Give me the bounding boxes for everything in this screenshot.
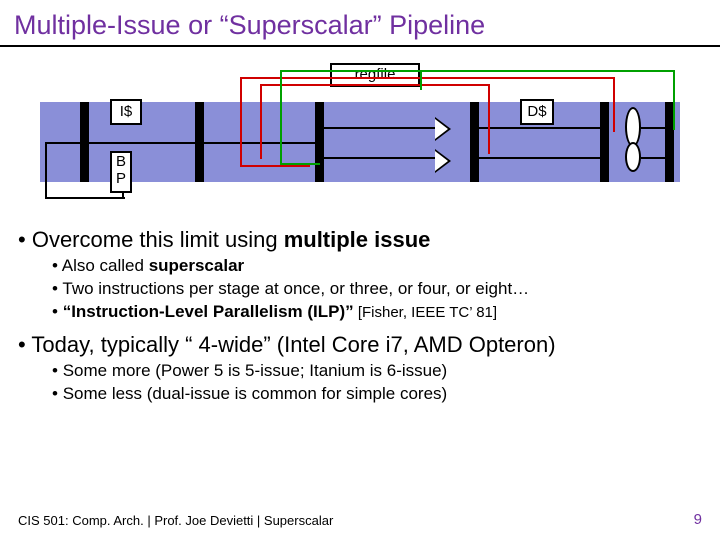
mux-icon (625, 107, 641, 147)
bullet-level2: “Instruction-Level Parallelism (ILP)” [F… (52, 302, 702, 322)
wire (641, 157, 665, 159)
wire (89, 142, 195, 144)
dcache-box: D$ (520, 99, 554, 125)
wire-writeback (280, 70, 675, 72)
wire (641, 127, 665, 129)
bullet-level1: Overcome this limit using multiple issue… (18, 227, 702, 322)
wire-bypass (260, 84, 490, 86)
wire (324, 127, 435, 129)
bp-label-b: B (116, 153, 126, 170)
pipe-latch (470, 102, 479, 182)
bp-label-p: P (116, 170, 126, 187)
wire (324, 157, 435, 159)
wire-bypass (613, 77, 615, 132)
text-bold: superscalar (149, 256, 244, 275)
wire-bypass (260, 84, 262, 159)
wire-writeback (420, 70, 422, 90)
text-bold: “Instruction-Level Parallelism (ILP)” (63, 302, 354, 321)
text: Also called (62, 256, 149, 275)
wire-bypass (240, 165, 310, 167)
wire-writeback (280, 163, 320, 165)
pipe-latch (195, 102, 204, 182)
alu-icon (435, 149, 451, 173)
mux-icon (625, 142, 641, 172)
wire-writeback (673, 70, 675, 130)
wire (479, 157, 600, 159)
slide-body: Overcome this limit using multiple issue… (0, 227, 720, 404)
pipe-latch (600, 102, 609, 182)
wire (45, 142, 80, 144)
bullet-level2: Two instructions per stage at once, or t… (52, 279, 702, 299)
text: Today, typically “ 4-wide” (Intel Core i… (31, 332, 555, 357)
bullet-level2: Some less (dual-issue is common for simp… (52, 384, 702, 404)
alu-icon (435, 117, 451, 141)
wire (479, 127, 600, 129)
wire (122, 193, 124, 199)
slide-title: Multiple-Issue or “Superscalar” Pipeline (0, 0, 720, 47)
pipe-latch (80, 102, 89, 182)
page-number: 9 (694, 511, 702, 528)
text: Overcome this limit using (32, 227, 284, 252)
icache-box: I$ (110, 99, 142, 125)
wire-bypass (240, 77, 242, 167)
branch-predictor-box: B P (110, 151, 132, 193)
bullet-level1: Today, typically “ 4-wide” (Intel Core i… (18, 332, 702, 404)
bullet-level2: Some more (Power 5 is 5-issue; Itanium i… (52, 361, 702, 381)
text-bold: multiple issue (284, 227, 431, 252)
wire-bypass (488, 84, 490, 154)
footer-text: CIS 501: Comp. Arch. | Prof. Joe Deviett… (18, 513, 333, 528)
wire-writeback (280, 70, 282, 165)
pipe-latch (315, 102, 324, 182)
slide-footer: CIS 501: Comp. Arch. | Prof. Joe Deviett… (18, 513, 702, 528)
pipeline-diagram: regfile I$ B P D$ (40, 57, 680, 207)
wire (45, 142, 47, 199)
citation: [Fisher, IEEE TC’ 81] (354, 304, 497, 321)
wire (45, 197, 125, 199)
bullet-level2: Also called superscalar (52, 256, 702, 276)
wire-bypass (240, 77, 615, 79)
